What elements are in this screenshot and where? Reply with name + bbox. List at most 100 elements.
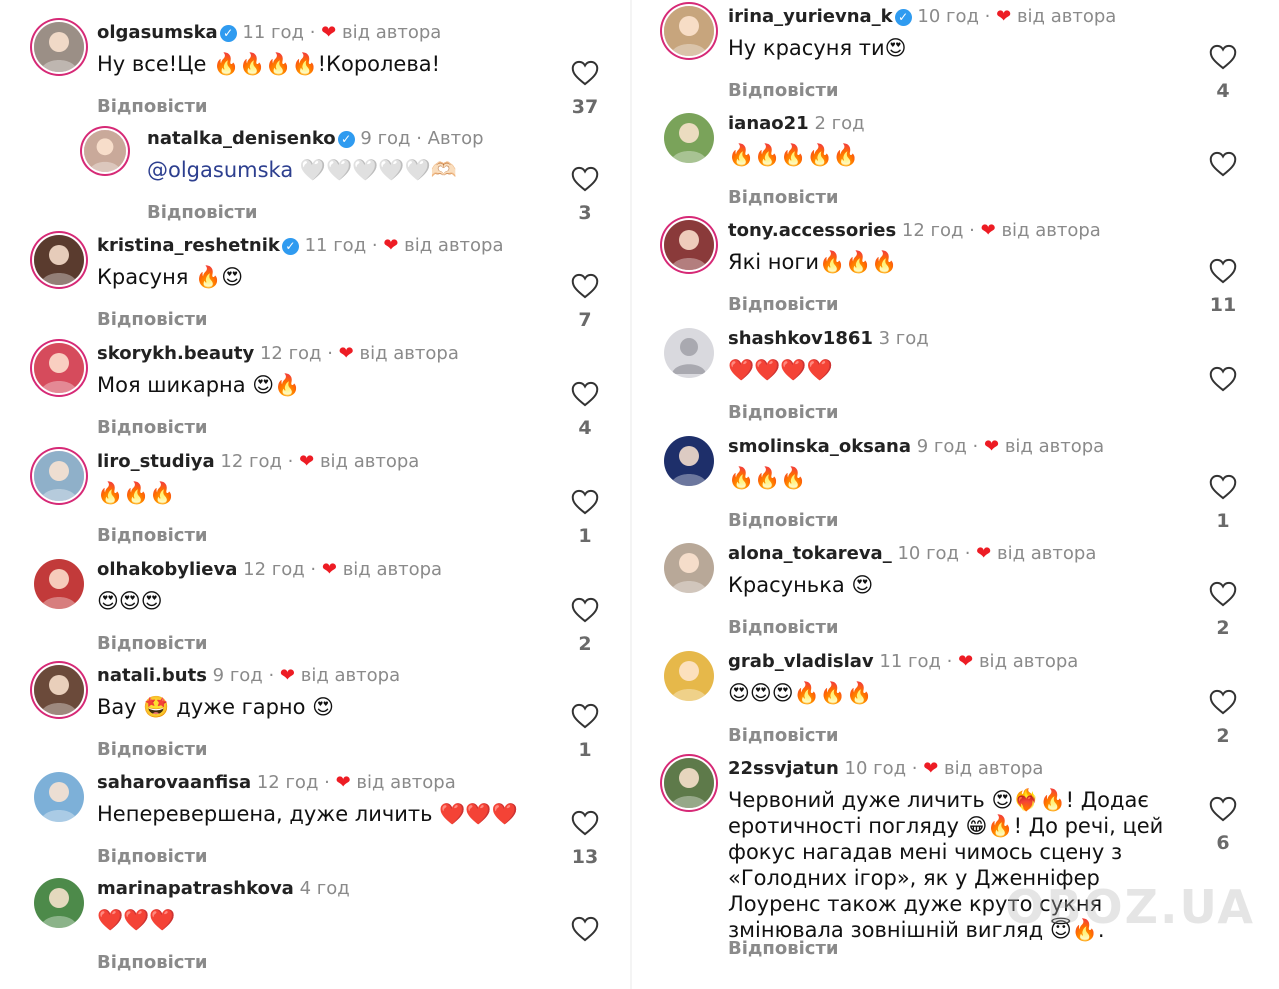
avatar[interactable]: [664, 651, 714, 701]
author-heart-icon: ❤: [321, 559, 337, 580]
comment-body: ❤️❤️❤️❤️: [728, 358, 833, 382]
like-heart-icon[interactable]: [571, 703, 599, 729]
reply-button[interactable]: Відповісти: [97, 739, 208, 760]
like-heart-icon[interactable]: [571, 166, 599, 192]
comment-item: smolinska_oksana 9 год · ❤ від автора 🔥🔥🔥…: [632, 436, 1279, 536]
reply-button[interactable]: Відповісти: [728, 294, 839, 315]
reply-button[interactable]: Відповісти: [728, 510, 839, 531]
avatar[interactable]: [34, 559, 84, 609]
like-heart-icon[interactable]: [571, 273, 599, 299]
reply-button[interactable]: Відповісти: [97, 633, 208, 654]
avatar[interactable]: [664, 436, 714, 486]
like-count: 2: [578, 633, 592, 655]
comment-body: ❤️❤️❤️: [97, 908, 176, 932]
like-count: 1: [578, 739, 592, 761]
comment-body: 🤍🤍🤍🤍🤍🫶🏻: [293, 158, 457, 182]
liked-by-author-label: від автора: [319, 451, 420, 472]
reply-button[interactable]: Відповісти: [97, 96, 208, 117]
like-heart-icon[interactable]: [571, 916, 599, 942]
comment-username[interactable]: ianao21: [728, 113, 809, 134]
comment-username[interactable]: saharovaanfisa: [97, 772, 251, 793]
comment-username[interactable]: smolinska_oksana: [728, 436, 911, 457]
comment-username[interactable]: natalka_denisenko: [147, 128, 336, 149]
like-heart-icon[interactable]: [571, 597, 599, 623]
separator-dot: ·: [963, 220, 981, 241]
comment-time: 9 год: [916, 436, 967, 457]
comment-username[interactable]: grab_vladislav: [728, 651, 874, 672]
comment-username[interactable]: natali.buts: [97, 665, 207, 686]
avatar[interactable]: [84, 130, 126, 172]
like-heart-icon[interactable]: [1209, 258, 1237, 284]
comment-username[interactable]: irina_yurievna_k: [728, 6, 893, 27]
avatar[interactable]: [34, 772, 84, 822]
comment-username[interactable]: olgasumska: [97, 22, 218, 43]
comment-username[interactable]: 22ssvjatun: [728, 758, 839, 779]
reply-button[interactable]: Відповісти: [728, 725, 839, 746]
like-heart-icon[interactable]: [1209, 796, 1237, 822]
comment-username[interactable]: alona_tokareva_: [728, 543, 892, 564]
reply-button[interactable]: Відповісти: [97, 846, 208, 867]
like-heart-icon[interactable]: [1209, 366, 1237, 392]
reply-button[interactable]: Відповісти: [728, 402, 839, 423]
like-heart-icon[interactable]: [1209, 44, 1237, 70]
comment-meta: smolinska_oksana 9 год · ❤ від автора: [728, 436, 1104, 458]
comment-username[interactable]: skorykh.beauty: [97, 343, 254, 364]
comment-meta: liro_studiya 12 год · ❤ від автора: [97, 451, 419, 473]
comment-username[interactable]: olhakobylieva: [97, 559, 237, 580]
comment-body: Які ноги🔥🔥🔥: [728, 250, 898, 274]
reply-button[interactable]: Відповісти: [728, 80, 839, 101]
comment-body: Красуня 🔥😍: [97, 265, 244, 289]
like-heart-icon[interactable]: [571, 60, 599, 86]
like-heart-icon[interactable]: [1209, 474, 1237, 500]
separator-dot: ·: [410, 128, 428, 149]
avatar[interactable]: [664, 328, 714, 378]
avatar[interactable]: [664, 758, 714, 808]
avatar[interactable]: [34, 343, 84, 393]
mention-link[interactable]: @olgasumska: [147, 158, 293, 182]
like-heart-icon[interactable]: [571, 381, 599, 407]
avatar[interactable]: [664, 220, 714, 270]
like-heart-icon[interactable]: [1209, 151, 1237, 177]
avatar[interactable]: [664, 543, 714, 593]
like-heart-icon[interactable]: [1209, 581, 1237, 607]
reply-button[interactable]: Відповісти: [147, 202, 258, 223]
avatar[interactable]: [34, 235, 84, 285]
like-heart-icon[interactable]: [571, 489, 599, 515]
reply-button[interactable]: Відповісти: [728, 938, 839, 959]
avatar[interactable]: [34, 451, 84, 501]
like-count: 37: [571, 96, 599, 118]
liked-by-author-label: від автора: [359, 343, 459, 364]
comment-item: olgasumska ✓ 11 год · ❤ від автора Ну все!…: [0, 22, 630, 122]
avatar[interactable]: [664, 113, 714, 163]
reply-button[interactable]: Відповісти: [97, 952, 208, 973]
comment-meta: olhakobylieva 12 год · ❤ від автора: [97, 559, 442, 581]
comment-text: 🔥🔥🔥: [728, 465, 806, 491]
comment-username[interactable]: liro_studiya: [97, 451, 215, 472]
comment-username[interactable]: kristina_reshetnik: [97, 235, 280, 256]
reply-button[interactable]: Відповісти: [728, 187, 839, 208]
comment-username[interactable]: marinapatrashkova: [97, 878, 294, 899]
like-heart-icon[interactable]: [571, 810, 599, 836]
comment-username[interactable]: tony.accessories: [728, 220, 896, 241]
reply-button[interactable]: Відповісти: [97, 417, 208, 438]
comment-text: Неперевершена, дуже личить ❤️❤️❤️: [97, 801, 518, 827]
comment-body: Ну все!Це 🔥🔥🔥🔥!Королева!: [97, 52, 441, 76]
comment-item: saharovaanfisa 12 год · ❤ від автора Непе…: [0, 772, 630, 872]
comment-username[interactable]: shashkov1861: [728, 328, 873, 349]
like-heart-icon[interactable]: [1209, 689, 1237, 715]
liked-by-author-label: від автора: [300, 665, 401, 686]
avatar[interactable]: [34, 878, 84, 928]
comment-body: Моя шикарна 😍🔥: [97, 373, 301, 397]
comment-text: Моя шикарна 😍🔥: [97, 372, 300, 398]
liked-by-author-label: від автора: [341, 22, 442, 43]
reply-button[interactable]: Відповісти: [728, 617, 839, 638]
avatar[interactable]: [34, 22, 84, 72]
reply-button[interactable]: Відповісти: [97, 525, 208, 546]
reply-button[interactable]: Відповісти: [97, 309, 208, 330]
comment-item: alona_tokareva_ 10 год · ❤ від автора Кра…: [632, 543, 1279, 643]
separator-dot: ·: [303, 22, 322, 43]
like-count: 6: [1216, 832, 1230, 854]
comment-meta: natali.buts 9 год · ❤ від автора: [97, 665, 400, 687]
avatar[interactable]: [34, 665, 84, 715]
avatar[interactable]: [664, 6, 714, 56]
